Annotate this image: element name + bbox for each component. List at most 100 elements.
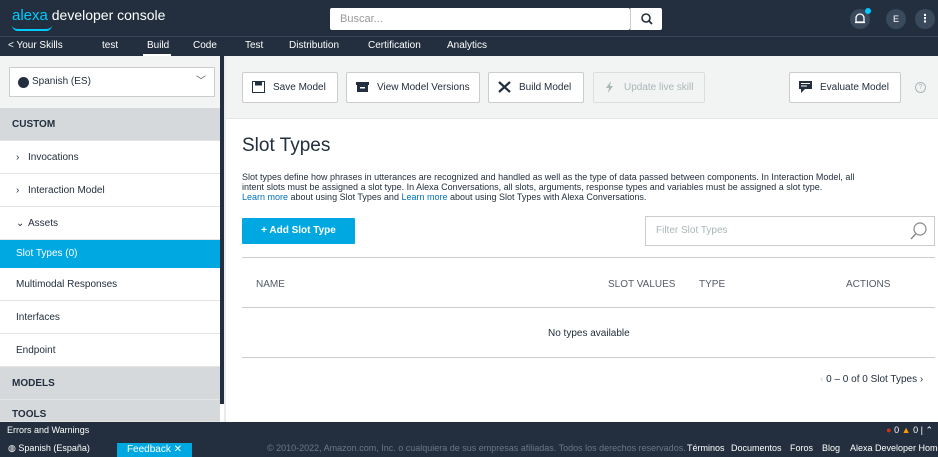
section-custom: CUSTOM — [0, 108, 220, 141]
evaluate-model-button[interactable]: Evaluate Model — [789, 72, 901, 103]
chevron-down-icon: ﹀ — [196, 76, 206, 87]
sidebar-item-interaction-model[interactable]: › Interaction Model — [0, 174, 220, 207]
add-slot-type-button[interactable]: + Add Slot Type — [242, 218, 355, 244]
footer-link-developer-home[interactable]: Alexa Developer Home — [850, 439, 938, 457]
error-counts: ● 0 ▲ 0 | ⌃ — [886, 422, 933, 439]
column-header-type[interactable]: TYPE — [699, 279, 725, 290]
sidebar-item-invocations[interactable]: › Invocations — [0, 141, 220, 174]
next-page-icon[interactable]: › — [920, 374, 923, 385]
description-text: about using Slot Types with Alexa Conver… — [447, 192, 647, 202]
section-models[interactable]: MODELS — [0, 367, 220, 400]
brand-title: developer console — [51, 7, 166, 23]
sidebar-item-assets[interactable]: ⌄ Assets — [0, 207, 220, 240]
warning-count: 0 — [913, 425, 919, 435]
sidebar-item-label: Interaction Model — [28, 185, 105, 196]
lightning-icon — [606, 81, 613, 93]
skill-nav: < Your Skills test Build Code Test Distr… — [0, 36, 938, 57]
globe-icon — [18, 77, 29, 88]
error-count: 0 — [894, 425, 900, 435]
error-icon: ● — [886, 425, 892, 435]
skill-name: test — [102, 40, 119, 51]
brand-logo[interactable]: alexa developer console — [12, 7, 166, 31]
avatar[interactable]: E — [886, 9, 906, 29]
copyright-text: © 2010-2022, Amazon.com, Inc. o cualquie… — [267, 443, 686, 453]
save-icon — [252, 81, 265, 93]
page-description: Slot types define how phrases in utteran… — [242, 172, 932, 202]
sidebar-item-slot-types[interactable]: Slot Types (0) — [0, 240, 220, 268]
build-model-button[interactable]: Build Model — [488, 72, 584, 103]
tab-certification[interactable]: Certification — [368, 40, 421, 51]
filter-placeholder: Filter Slot Types — [656, 225, 728, 236]
tab-code[interactable]: Code — [193, 40, 217, 51]
column-header-name[interactable]: NAME — [256, 279, 285, 290]
sidebar-item-multimodal-responses[interactable]: Multimodal Responses — [0, 268, 220, 301]
feedback-button[interactable]: Feedback ✕ — [117, 443, 192, 457]
chevron-right-icon: › — [16, 185, 20, 196]
errors-warnings-bar[interactable]: Errors and Warnings ● 0 ▲ 0 | ⌃ — [0, 422, 938, 439]
table-header-border — [242, 307, 935, 308]
chevron-down-icon: ⌄ — [16, 218, 25, 229]
learn-more-link[interactable]: Learn more — [401, 192, 447, 202]
search-button[interactable] — [630, 8, 662, 30]
filter-slot-types-input[interactable]: Filter Slot Types — [645, 216, 935, 246]
update-live-skill-button[interactable]: Update live skill — [593, 72, 705, 103]
notification-dot — [865, 8, 871, 14]
footer-link-docs[interactable]: Documentos — [731, 439, 782, 457]
column-header-slot-values[interactable]: SLOT VALUES — [608, 279, 675, 290]
globe-icon: ◍ — [8, 443, 16, 453]
table-top-border — [242, 257, 935, 258]
sidebar-item-label: Assets — [28, 218, 59, 229]
footer-link-blog[interactable]: Blog — [822, 439, 840, 457]
search-icon — [641, 13, 653, 25]
section-tools[interactable]: TOOLS — [0, 400, 220, 422]
language-value: Spanish (ES) — [32, 76, 91, 87]
table-bottom-border — [242, 357, 935, 358]
footer-link-forums[interactable]: Foros — [790, 439, 813, 457]
toolbar: Save Model View Model Versions Build Mod… — [226, 56, 938, 119]
language-select[interactable]: Spanish (ES) ﹀ — [9, 67, 215, 97]
search-input[interactable]: Buscar... — [330, 8, 630, 30]
tab-analytics[interactable]: Analytics — [447, 40, 487, 51]
footer-language-select[interactable]: ◍ Spanish (España) — [8, 439, 90, 457]
description-text: about using Slot Types and — [288, 192, 402, 202]
warning-icon: ▲ — [901, 425, 911, 435]
save-model-button[interactable]: Save Model — [242, 72, 338, 103]
close-icon: ✕ — [173, 444, 183, 455]
sidebar-item-endpoint[interactable]: Endpoint — [0, 334, 220, 367]
tab-test[interactable]: Test — [245, 40, 263, 51]
learn-more-link[interactable]: Learn more — [242, 192, 288, 202]
update-live-skill-label: Update live skill — [624, 82, 694, 93]
archive-icon — [356, 82, 369, 92]
description-line: intent slots must be assigned a slot typ… — [242, 182, 823, 192]
save-model-label: Save Model — [273, 82, 326, 93]
your-skills-link[interactable]: < Your Skills — [8, 40, 63, 51]
help-icon[interactable]: ? — [915, 82, 926, 93]
tools-icon — [498, 81, 511, 93]
footer-link-terms[interactable]: Términos — [687, 439, 725, 457]
pagination: ‹ 0 – 0 of 0 Slot Types › — [820, 374, 923, 385]
evaluate-model-label: Evaluate Model — [820, 82, 889, 93]
pagination-label: 0 – 0 of 0 Slot Types — [826, 374, 918, 385]
top-bar: alexa developer console Buscar... E ⋮ — [0, 0, 938, 36]
tab-build[interactable]: Build — [147, 40, 169, 51]
footer: ◍ Spanish (España) Feedback ✕ © 2010-202… — [0, 439, 938, 457]
description-line: Learn more about using Slot Types and Le… — [242, 192, 932, 202]
column-header-actions: ACTIONS — [846, 279, 891, 290]
brand-alexa: alexa — [12, 7, 48, 24]
search-icon — [910, 222, 927, 240]
sidebar: Spanish (ES) ﹀ CUSTOM › Invocations › Inte… — [0, 56, 220, 422]
view-model-versions-label: View Model Versions — [377, 82, 470, 93]
build-model-label: Build Model — [519, 82, 572, 93]
footer-language-label: Spanish (España) — [18, 443, 90, 453]
chevron-up-icon[interactable]: ⌃ — [925, 425, 933, 435]
sidebar-item-interfaces[interactable]: Interfaces — [0, 301, 220, 334]
view-model-versions-button[interactable]: View Model Versions — [346, 72, 480, 103]
errors-warnings-label: Errors and Warnings — [7, 425, 90, 435]
prev-page-icon[interactable]: ‹ — [820, 374, 823, 385]
description-line: Slot types define how phrases in utteran… — [242, 172, 855, 182]
chat-icon — [799, 81, 812, 93]
tab-distribution[interactable]: Distribution — [289, 40, 339, 51]
alexa-swoosh-icon — [12, 25, 52, 31]
more-menu-icon[interactable]: ⋮ — [915, 9, 935, 29]
page-title: Slot Types — [242, 135, 331, 156]
